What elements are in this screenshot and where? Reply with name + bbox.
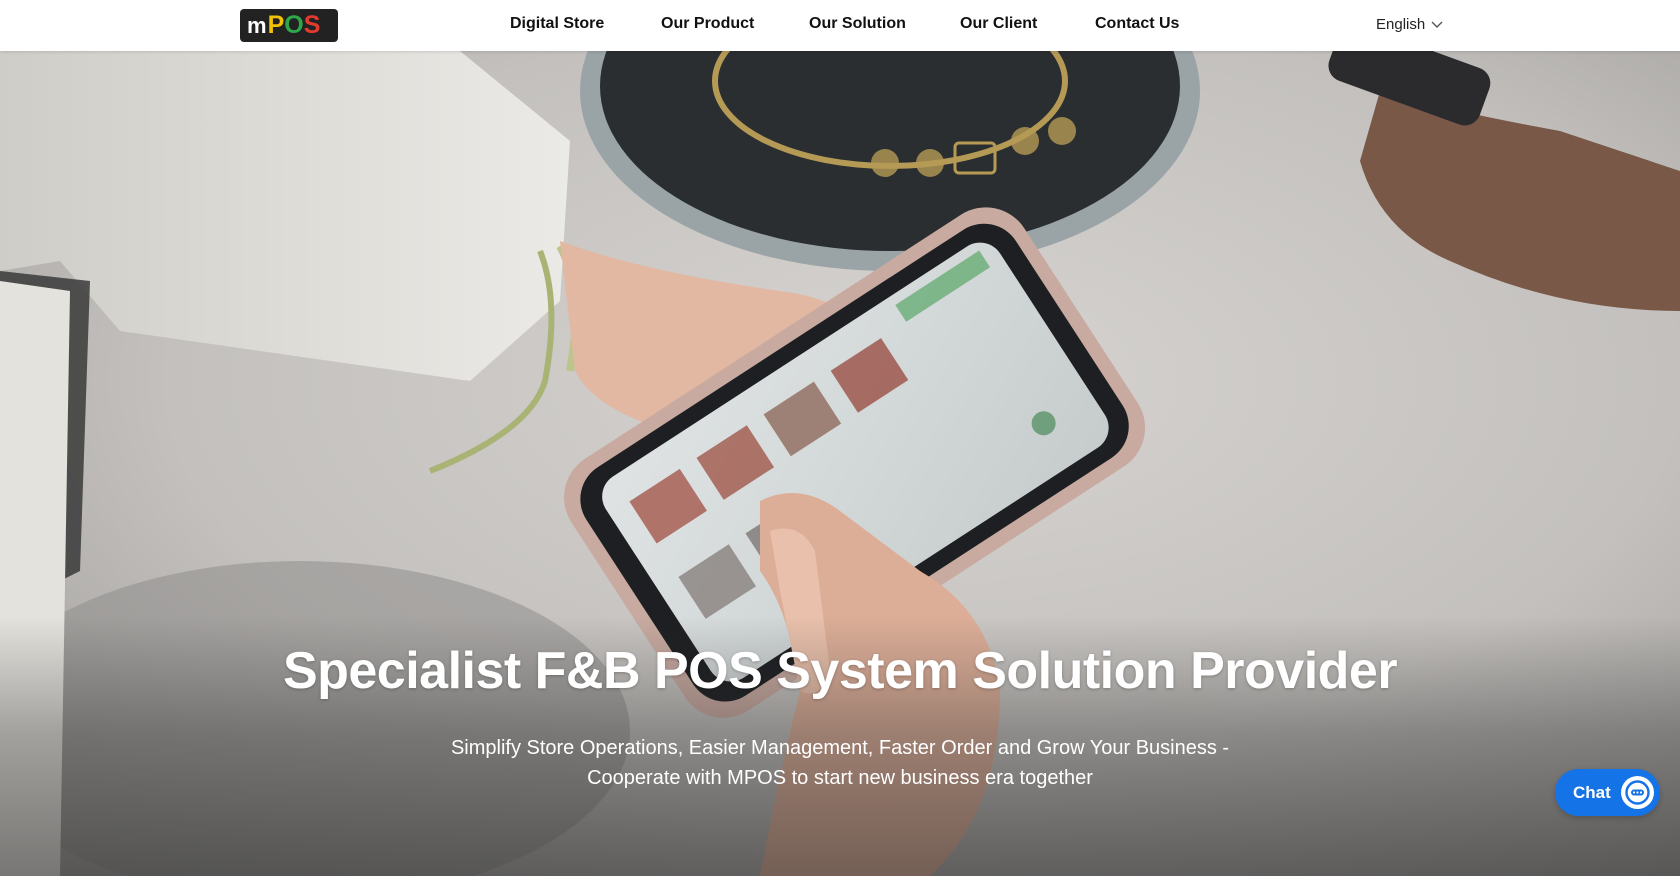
chevron-down-icon <box>1431 21 1443 28</box>
language-selector[interactable]: English <box>1376 16 1443 33</box>
nav-our-solution[interactable]: Our Solution <box>809 15 906 33</box>
hero-title: Specialist F&B POS System Solution Provi… <box>282 642 1398 700</box>
site-header: mPOS Digital Store Our Product Our Solut… <box>0 0 1680 51</box>
hero-subtitle-line-2: Cooperate with MPOS to start new busines… <box>587 767 1093 789</box>
chat-label: Chat <box>1573 782 1611 802</box>
chat-bubble-icon <box>1621 776 1654 809</box>
chat-button[interactable]: Chat <box>1555 769 1660 816</box>
language-label: English <box>1376 16 1426 33</box>
nav-contact-us[interactable]: Contact Us <box>1095 15 1179 33</box>
hero-subtitle-line-1: Simplify Store Operations, Easier Manage… <box>450 737 1230 759</box>
nav-our-product[interactable]: Our Product <box>661 15 754 33</box>
logo-letter-m: m <box>247 12 267 38</box>
logo-letter-p: P <box>267 11 285 39</box>
hero-subtitle: Simplify Store Operations, Easier Manage… <box>420 733 1260 793</box>
logo-letter-s: S <box>303 11 321 39</box>
logo-letter-o: O <box>284 11 304 39</box>
nav-our-client[interactable]: Our Client <box>960 15 1037 33</box>
hero-section: Specialist F&B POS System Solution Provi… <box>0 51 1680 876</box>
nav-digital-store[interactable]: Digital Store <box>510 15 604 33</box>
mpos-logo[interactable]: mPOS <box>240 9 338 42</box>
